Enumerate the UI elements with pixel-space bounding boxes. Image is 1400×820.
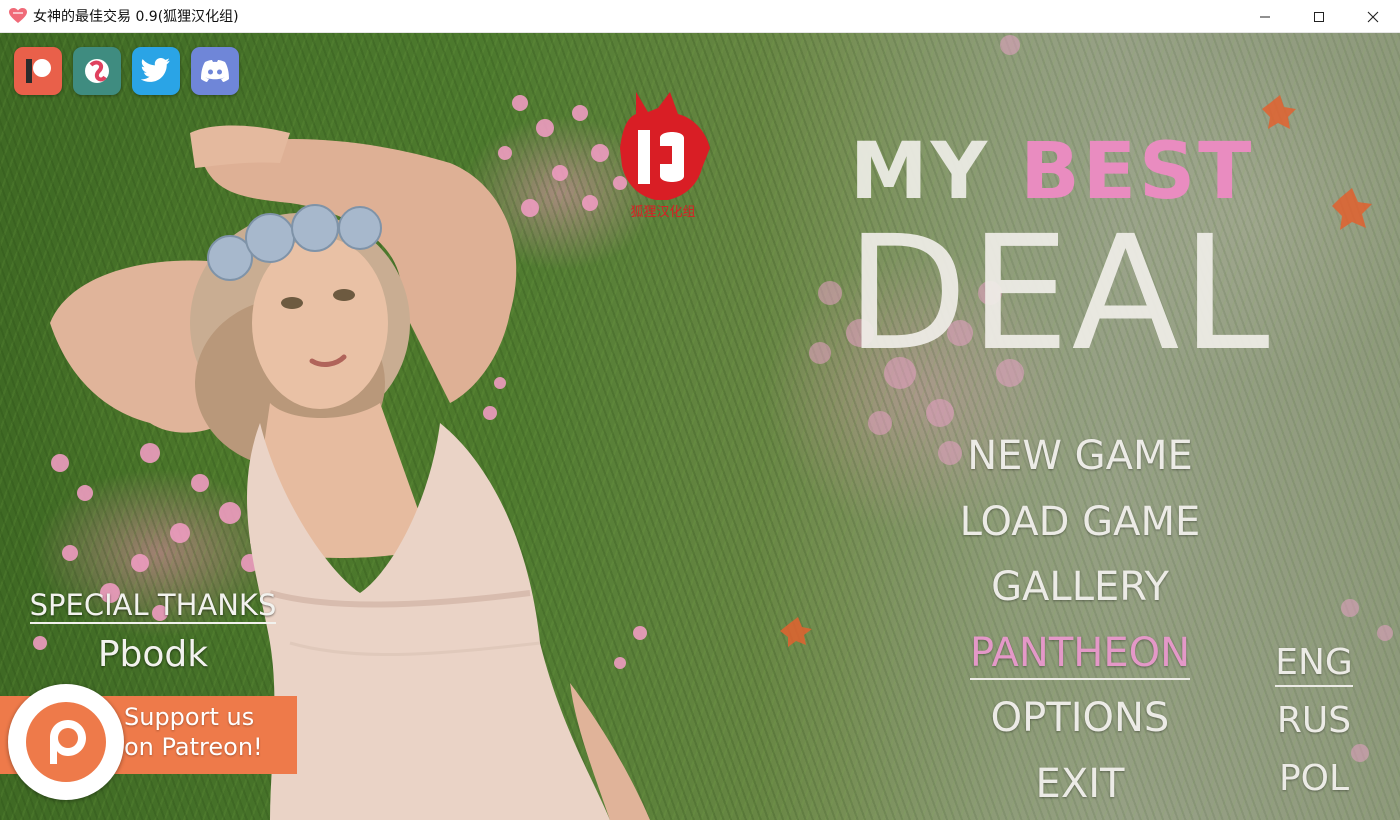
subscribestar-link[interactable] [73, 47, 121, 95]
lang-eng[interactable]: ENG [1268, 642, 1360, 687]
maximize-icon [1314, 11, 1324, 22]
menu-exit[interactable]: EXIT [930, 764, 1230, 808]
patreon-logo-icon [26, 702, 106, 782]
game-title: MY BEST DEAL [846, 133, 1370, 373]
minimize-icon [1260, 16, 1270, 17]
patreon-support-line2: on Patreon! [124, 733, 263, 761]
game-viewport: 狐狸汉化组 MY BEST DEAL NEW GAME LOAD GAME GA… [0, 33, 1400, 820]
app-heart-icon [9, 8, 27, 24]
patreon-support-text: Support us on Patreon! [124, 702, 294, 762]
game-title-deal: DEAL [846, 202, 1272, 386]
patreon-support-line1: Support us [124, 703, 255, 731]
patreon-icon [26, 59, 51, 83]
game-title-line1: MY BEST [850, 133, 1370, 211]
discord-icon [201, 60, 229, 82]
close-icon [1367, 11, 1379, 22]
subscribestar-icon [85, 59, 109, 83]
menu-new-game[interactable]: NEW GAME [930, 436, 1230, 480]
lang-eng-label: ENG [1275, 642, 1353, 687]
menu-options[interactable]: OPTIONS [930, 698, 1230, 742]
maximize-button[interactable] [1292, 0, 1346, 33]
lang-rus[interactable]: RUS [1268, 703, 1360, 743]
discord-link[interactable] [191, 47, 239, 95]
window-title: 女神的最佳交易 0.9(狐狸汉化组) [33, 9, 239, 25]
special-thanks-heading-text: SPECIAL THANKS [29, 588, 277, 624]
menu-pantheon-label: PANTHEON [969, 629, 1191, 680]
fox-logo-icon: 狐狸汉化组 [620, 92, 710, 220]
fox-logo-text: 狐狸汉化组 [630, 205, 695, 220]
window-titlebar: 女神的最佳交易 0.9(狐狸汉化组) [0, 0, 1400, 33]
twitter-icon [141, 58, 170, 82]
special-thanks-name: Pbodk [97, 634, 209, 675]
twitter-link[interactable] [132, 47, 180, 95]
menu-load-game[interactable]: LOAD GAME [930, 502, 1230, 546]
window-controls [1238, 0, 1400, 33]
patreon-logo-button[interactable] [8, 684, 124, 800]
patreon-link[interactable] [14, 47, 62, 95]
lang-pol[interactable]: POL [1268, 761, 1360, 801]
minimize-button[interactable] [1238, 0, 1292, 33]
social-links [14, 47, 239, 95]
menu-pantheon[interactable]: PANTHEON [930, 629, 1230, 680]
main-menu: NEW GAME LOAD GAME GALLERY PANTHEON OPTI… [930, 436, 1230, 820]
special-thanks-heading: SPECIAL THANKS [18, 588, 288, 624]
menu-gallery[interactable]: GALLERY [930, 567, 1230, 611]
special-thanks: SPECIAL THANKS Pbodk [18, 588, 288, 675]
language-selector: ENG RUS POL [1268, 642, 1360, 819]
close-button[interactable] [1346, 0, 1400, 33]
